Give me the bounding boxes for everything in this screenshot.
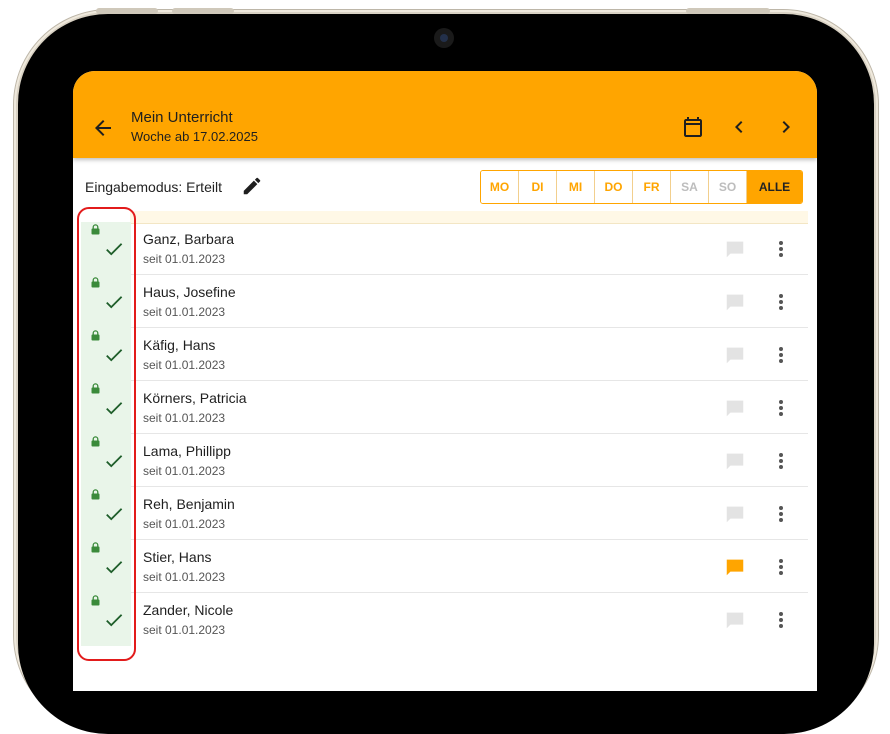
day-filter-all[interactable]: ALLE — [747, 171, 802, 203]
status-cell[interactable] — [81, 328, 131, 381]
comment-icon[interactable] — [724, 503, 746, 525]
chevron-left-icon — [735, 121, 743, 133]
status-cell[interactable] — [81, 540, 131, 593]
arrow-back-icon — [95, 120, 111, 136]
list-item[interactable]: Käfig, Hans seit 01.01.2023 — [73, 328, 817, 381]
status-cell[interactable] — [81, 381, 131, 434]
student-name: Ganz, Barbara — [143, 231, 235, 247]
student-since: seit 01.01.2023 — [143, 570, 226, 584]
student-name: Haus, Josefine — [143, 284, 236, 300]
lock-icon — [91, 595, 100, 606]
check-icon — [106, 296, 123, 309]
student-since: seit 01.01.2023 — [143, 305, 226, 319]
app-bar: Mein Unterricht Woche ab 17.02.2025 — [73, 71, 817, 158]
check-icon — [106, 561, 123, 574]
student-since: seit 01.01.2023 — [143, 252, 226, 266]
comment-icon[interactable] — [724, 609, 746, 631]
student-name: Stier, Hans — [143, 549, 212, 565]
more-vert-icon[interactable] — [771, 237, 791, 261]
student-name: Körners, Patricia — [143, 390, 247, 406]
week-subtitle: Woche ab 17.02.2025 — [131, 129, 258, 144]
more-vert-icon[interactable] — [771, 343, 791, 367]
page-title: Mein Unterricht — [131, 109, 233, 126]
student-name: Käfig, Hans — [143, 337, 216, 353]
input-mode-row: Eingabemodus: Erteilt MO DI MI DO FR SA … — [73, 167, 817, 211]
check-icon — [106, 402, 123, 415]
status-cell[interactable] — [81, 434, 131, 487]
status-cell[interactable] — [81, 593, 131, 646]
day-filter: MO DI MI DO FR SA SO ALLE — [480, 170, 803, 204]
calendar-icon — [684, 117, 702, 137]
check-icon — [106, 614, 123, 627]
student-since: seit 01.01.2023 — [143, 623, 226, 637]
status-cell[interactable] — [81, 275, 131, 328]
back-button[interactable] — [91, 116, 115, 140]
more-vert-icon[interactable] — [771, 396, 791, 420]
lock-icon — [91, 542, 100, 553]
front-camera — [434, 28, 454, 48]
student-since: seit 01.01.2023 — [143, 411, 226, 425]
day-filter-di[interactable]: DI — [519, 171, 557, 203]
comment-icon[interactable] — [724, 397, 746, 419]
more-vert-icon[interactable] — [771, 449, 791, 473]
list-item[interactable]: Ganz, Barbara seit 01.01.2023 — [73, 222, 817, 275]
comment-icon[interactable] — [724, 344, 746, 366]
check-icon — [106, 243, 123, 256]
day-filter-do[interactable]: DO — [595, 171, 633, 203]
lock-icon — [91, 489, 100, 500]
chevron-right-icon — [782, 121, 790, 133]
day-filter-mi[interactable]: MI — [557, 171, 595, 203]
status-cell[interactable] — [81, 222, 131, 275]
day-filter-fr[interactable]: FR — [633, 171, 671, 203]
comment-icon[interactable] — [724, 238, 746, 260]
student-since: seit 01.01.2023 — [143, 464, 226, 478]
student-name: Lama, Phillipp — [143, 443, 231, 459]
status-cell[interactable] — [81, 487, 131, 540]
student-name: Zander, Nicole — [143, 602, 234, 618]
edit-mode-button[interactable] — [241, 175, 263, 197]
app-screen: Mein Unterricht Woche ab 17.02.2025 Eing… — [73, 71, 817, 691]
more-vert-icon[interactable] — [771, 502, 791, 526]
check-icon — [106, 455, 123, 468]
input-mode-label: Eingabemodus: Erteilt — [85, 179, 222, 195]
lock-icon — [91, 436, 100, 447]
previous-week-button[interactable] — [727, 115, 751, 139]
lock-icon — [91, 277, 100, 288]
calendar-button[interactable] — [681, 115, 705, 139]
comment-icon[interactable] — [724, 556, 746, 578]
pencil-icon — [243, 177, 261, 195]
list-item[interactable]: Haus, Josefine seit 01.01.2023 — [73, 275, 817, 328]
more-vert-icon[interactable] — [771, 555, 791, 579]
student-since: seit 01.01.2023 — [143, 517, 226, 531]
student-name: Reh, Benjamin — [143, 496, 235, 512]
student-since: seit 01.01.2023 — [143, 358, 226, 372]
comment-icon[interactable] — [724, 450, 746, 472]
list-item[interactable]: Lama, Phillipp seit 01.01.2023 — [73, 434, 817, 487]
check-icon — [106, 349, 123, 362]
lock-icon — [91, 330, 100, 341]
comment-icon[interactable] — [724, 291, 746, 313]
check-icon — [106, 508, 123, 521]
day-filter-so[interactable]: SO — [709, 171, 747, 203]
more-vert-icon[interactable] — [771, 608, 791, 632]
next-week-button[interactable] — [774, 115, 798, 139]
list-item[interactable]: Körners, Patricia seit 01.01.2023 — [73, 381, 817, 434]
lock-icon — [91, 383, 100, 394]
day-filter-sa[interactable]: SA — [671, 171, 709, 203]
more-vert-icon[interactable] — [771, 290, 791, 314]
lock-icon — [91, 224, 100, 235]
list-item[interactable]: Reh, Benjamin seit 01.01.2023 — [73, 487, 817, 540]
list-item[interactable]: Zander, Nicole seit 01.01.2023 — [73, 593, 817, 646]
day-filter-mo[interactable]: MO — [481, 171, 519, 203]
list-item[interactable]: Stier, Hans seit 01.01.2023 — [73, 540, 817, 593]
